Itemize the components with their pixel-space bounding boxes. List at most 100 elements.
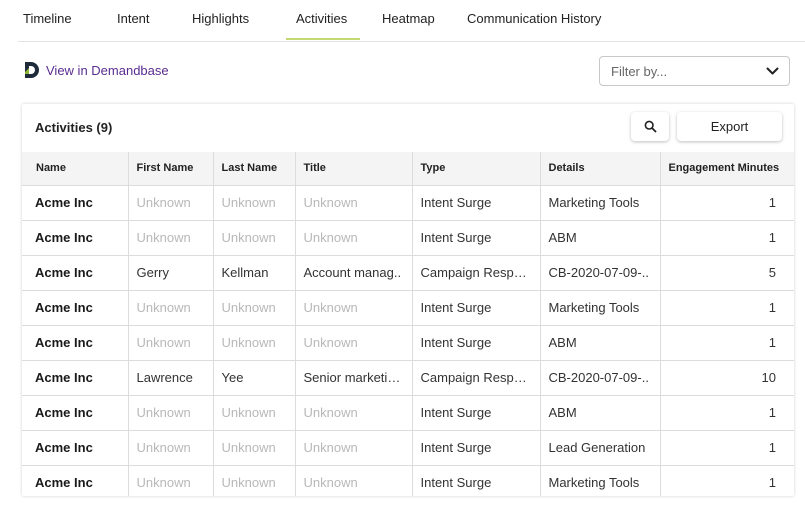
- cell-type: Intent Surge: [412, 395, 541, 431]
- cell-engagement-minutes: 1: [660, 185, 794, 221]
- cell-first-name: Unknown: [128, 430, 214, 466]
- table-row[interactable]: Acme Inc Gerry Kellman Account manag.. Campa…: [22, 255, 794, 291]
- table-row[interactable]: Acme Inc Unknown Unknown Unknown Intent Surg…: [22, 430, 794, 466]
- cell-title: Unknown: [295, 185, 413, 221]
- cell-first-name: Unknown: [128, 465, 214, 496]
- cell-title: Unknown: [295, 465, 413, 496]
- cell-title: Senior marketing..: [295, 360, 413, 396]
- cell-last-name: Unknown: [213, 185, 296, 221]
- cell-name: Acme Inc: [22, 430, 129, 466]
- activities-title: Activities (9): [35, 120, 113, 135]
- export-button[interactable]: Export: [677, 112, 782, 141]
- cell-name: Acme Inc: [22, 255, 129, 291]
- cell-first-name: Lawrence: [128, 360, 214, 396]
- cell-details: ABM: [540, 220, 661, 256]
- cell-engagement-minutes: 1: [660, 220, 794, 256]
- column-header-title[interactable]: Title: [295, 152, 413, 186]
- tab-highlights[interactable]: Highlights: [192, 11, 249, 26]
- filter-placeholder: Filter by...: [611, 64, 668, 79]
- cell-details: Marketing Tools: [540, 465, 661, 496]
- cell-details: Marketing Tools: [540, 185, 661, 221]
- cell-details: ABM: [540, 325, 661, 361]
- cell-last-name: Unknown: [213, 395, 296, 431]
- cell-title: Account manag..: [295, 255, 413, 291]
- cell-type: Intent Surge: [412, 290, 541, 326]
- table-row[interactable]: Acme Inc Unknown Unknown Unknown Intent Surg…: [22, 395, 794, 431]
- cell-type: Intent Surge: [412, 220, 541, 256]
- cell-name: Acme Inc: [22, 465, 129, 496]
- tab-communication-history[interactable]: Communication History: [467, 11, 601, 26]
- table-row[interactable]: Acme Inc Unknown Unknown Unknown Intent Surg…: [22, 290, 794, 326]
- tab-bar: Timeline Intent Highlights Activities He…: [18, 0, 805, 42]
- column-header-details[interactable]: Details: [540, 152, 661, 186]
- chevron-down-icon: [766, 67, 779, 75]
- cell-engagement-minutes: 5: [660, 255, 794, 291]
- table-row[interactable]: Acme Inc Unknown Unknown Unknown Intent Surg…: [22, 220, 794, 256]
- cell-first-name: Unknown: [128, 325, 214, 361]
- cell-engagement-minutes: 10: [660, 360, 794, 396]
- cell-details: Marketing Tools: [540, 290, 661, 326]
- cell-last-name: Unknown: [213, 430, 296, 466]
- active-tab-indicator: [286, 38, 360, 40]
- tab-heatmap[interactable]: Heatmap: [382, 11, 435, 26]
- cell-engagement-minutes: 1: [660, 395, 794, 431]
- cell-engagement-minutes: 1: [660, 325, 794, 361]
- cell-name: Acme Inc: [22, 220, 129, 256]
- cell-engagement-minutes: 1: [660, 290, 794, 326]
- cell-name: Acme Inc: [22, 360, 129, 396]
- cell-first-name: Unknown: [128, 395, 214, 431]
- column-header-last-name[interactable]: Last Name: [213, 152, 296, 186]
- column-header-engagement-minutes[interactable]: Engagement Minutes: [660, 152, 794, 186]
- cell-title: Unknown: [295, 395, 413, 431]
- tab-intent[interactable]: Intent: [117, 11, 150, 26]
- cell-type: Campaign Respon..: [412, 360, 541, 396]
- cell-type: Intent Surge: [412, 325, 541, 361]
- column-header-type[interactable]: Type: [412, 152, 541, 186]
- activities-table: Name First Name Last Name Title Type Det…: [22, 152, 794, 496]
- cell-name: Acme Inc: [22, 290, 129, 326]
- column-header-name[interactable]: Name: [22, 152, 129, 186]
- cell-details: CB-2020-07-09-..: [540, 360, 661, 396]
- filter-dropdown[interactable]: Filter by...: [599, 56, 790, 86]
- cell-last-name: Kellman: [213, 255, 296, 291]
- demandbase-logo-icon: [25, 62, 39, 78]
- cell-last-name: Yee: [213, 360, 296, 396]
- search-icon: [644, 120, 656, 133]
- cell-type: Campaign Respon..: [412, 255, 541, 291]
- cell-title: Unknown: [295, 290, 413, 326]
- search-button[interactable]: [631, 112, 669, 141]
- column-header-first-name[interactable]: First Name: [128, 152, 214, 186]
- view-in-demandbase-label: View in Demandbase: [46, 62, 169, 78]
- activities-card: Activities (9) Export Name First Name La…: [22, 104, 794, 496]
- cell-last-name: Unknown: [213, 220, 296, 256]
- cell-first-name: Gerry: [128, 255, 214, 291]
- cell-title: Unknown: [295, 430, 413, 466]
- cell-type: Intent Surge: [412, 465, 541, 496]
- tab-activities[interactable]: Activities: [296, 11, 347, 26]
- table-row[interactable]: Acme Inc Unknown Unknown Unknown Intent Surg…: [22, 325, 794, 361]
- view-in-demandbase-link[interactable]: View in Demandbase: [22, 59, 169, 81]
- cell-title: Unknown: [295, 325, 413, 361]
- cell-details: CB-2020-07-09-..: [540, 255, 661, 291]
- cell-last-name: Unknown: [213, 325, 296, 361]
- table-header-row: Name First Name Last Name Title Type Det…: [22, 152, 794, 186]
- table-row[interactable]: Acme Inc Unknown Unknown Unknown Intent Surg…: [22, 465, 794, 496]
- cell-first-name: Unknown: [128, 185, 214, 221]
- cell-name: Acme Inc: [22, 395, 129, 431]
- cell-details: Lead Generation: [540, 430, 661, 466]
- cell-first-name: Unknown: [128, 220, 214, 256]
- cell-type: Intent Surge: [412, 430, 541, 466]
- cell-name: Acme Inc: [22, 185, 129, 221]
- cell-last-name: Unknown: [213, 290, 296, 326]
- cell-engagement-minutes: 1: [660, 465, 794, 496]
- cell-type: Intent Surge: [412, 185, 541, 221]
- table-row[interactable]: Acme Inc Lawrence Yee Senior marketing.. Cam…: [22, 360, 794, 396]
- cell-name: Acme Inc: [22, 325, 129, 361]
- table-row[interactable]: Acme Inc Unknown Unknown Unknown Intent Surg…: [22, 185, 794, 221]
- tab-timeline[interactable]: Timeline: [23, 11, 72, 26]
- cell-last-name: Unknown: [213, 465, 296, 496]
- cell-title: Unknown: [295, 220, 413, 256]
- cell-engagement-minutes: 1: [660, 430, 794, 466]
- cell-first-name: Unknown: [128, 290, 214, 326]
- cell-details: ABM: [540, 395, 661, 431]
